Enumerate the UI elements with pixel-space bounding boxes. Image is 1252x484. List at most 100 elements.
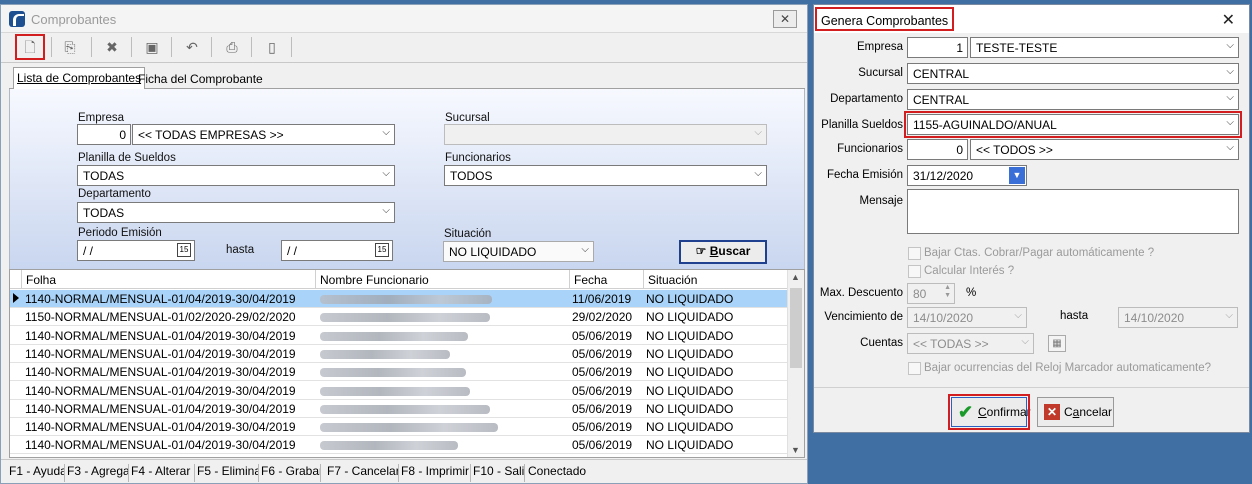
table-row[interactable]: 1140-NORMAL/MENSUAL-01/04/2019-30/04/201… [10,345,788,363]
calcular-interes-label: Calcular Interés ? [924,265,1015,277]
cell-fecha: 11/06/2019 [572,292,632,306]
table-row[interactable]: 1140-NORMAL/MENSUAL-01/04/2019-30/04/201… [10,363,788,382]
cell-folha: 1140-NORMAL/MENSUAL-01/04/2019-30/04/201… [25,365,296,380]
table-row[interactable]: 1140-NORMAL/MENSUAL-01/04/2019-30/04/201… [10,400,788,418]
tab-strip: Lista de Comprobantes Ficha del Comproba… [9,67,805,90]
cell-situacion: NO LIQUIDADO [646,365,734,380]
cell-fecha: 29/02/2020 [572,310,633,325]
exit-button[interactable]: ▯ [259,36,285,58]
buscar-button[interactable]: ☞ Buscar [679,240,767,264]
funcionarios-select[interactable]: TODOS ⌵ [444,165,767,186]
column-header-folha[interactable]: Folha [22,270,316,289]
column-header-fecha[interactable]: Fecha [570,270,644,289]
empresa-code-input[interactable]: 0 [77,124,131,145]
window-title: Comprobantes [31,12,117,27]
chevron-down-icon: ⌵ [754,127,762,138]
empresa-select[interactable]: TESTE-TESTE ⌵ [970,37,1239,58]
empresa-label: Empresa [856,41,903,53]
column-header-situacion[interactable]: Situación [644,270,788,289]
scroll-up-icon[interactable]: ▲ [791,272,800,282]
vencimiento-to-input[interactable]: 14/10/2020 ⌵ [1118,307,1238,328]
max-descuento-label: Max. Descuento [819,287,903,299]
cell-fecha: 05/06/2019 [572,401,633,416]
fecha-emision-input[interactable]: 31/12/2020 ▼ [907,165,1027,186]
status-f5: F5 - Eliminar [197,464,259,482]
spinner-arrows-icon[interactable]: ▲ ▼ [944,284,951,300]
max-descuento-input[interactable]: 80 ▲ ▼ [907,283,955,304]
status-bar: F1 - Ayuda F3 - Agregar F4 - Alterar F5 … [1,459,807,483]
scroll-down-icon[interactable]: ▼ [791,445,800,455]
undo-icon: ↶ [186,39,198,55]
departamento-select[interactable]: CENTRAL ⌵ [907,89,1239,110]
scrollbar-thumb[interactable] [790,288,802,368]
chevron-down-icon: ⌵ [1226,66,1234,77]
vencimiento-from-input[interactable]: 14/10/2020 ⌵ [907,307,1027,328]
comprobantes-table: Folha Nombre Funcionario Fecha Situación… [9,269,805,458]
cancelar-button[interactable]: ✕ Cancelar [1037,397,1114,427]
toolbar-separator [251,37,252,57]
save-button[interactable]: ▣ [139,36,165,58]
tab-lista-comprobantes[interactable]: Lista de Comprobantes [13,67,146,90]
table-row[interactable]: 1140-NORMAL/MENSUAL-01/04/2019-30/04/201… [10,327,788,345]
planilla-select[interactable]: 1155-AGUINALDO/ANUAL ⌵ [904,111,1242,138]
chevron-down-icon: ⌵ [382,205,390,216]
calcular-interes-checkbox[interactable] [908,265,921,278]
cell-nombre-redacted [320,368,466,378]
cell-folha: 1140-NORMAL/MENSUAL-01/04/2019-30/04/201… [25,383,296,398]
empresa-code-input[interactable]: 1 [907,37,968,58]
sucursal-label: Sucursal [445,112,490,124]
sucursal-select[interactable]: ⌵ [444,124,767,145]
status-f10: F10 - Salir [473,464,525,482]
table-row[interactable]: 1140-NORMAL/MENSUAL-01/04/2019-30/04/201… [10,418,788,437]
undo-button[interactable]: ↶ [179,36,205,58]
column-header-nombre[interactable]: Nombre Funcionario [316,270,570,289]
table-row[interactable]: 1140-NORMAL/MENSUAL-01/04/2019-30/04/201… [10,436,788,455]
funcionarios-select[interactable]: << TODOS >> ⌵ [970,139,1239,160]
copy-document-button[interactable]: ⎘ [57,36,83,58]
departamento-label: Departamento [830,93,903,105]
periodo-from-input[interactable]: / /15 [77,240,195,261]
delete-button[interactable]: ✖ [99,36,125,58]
calendar-icon[interactable]: 15 [177,243,191,257]
close-button[interactable]: ✕ [773,10,797,28]
toolbar-separator [211,37,212,57]
cell-folha: 1140-NORMAL/MENSUAL-01/04/2019-30/04/201… [25,420,296,435]
cuentas-select[interactable]: << TODAS >> ⌵ [907,333,1034,354]
checkmark-icon: ✔ [958,402,974,422]
empresa-select[interactable]: << TODAS EMPRESAS >> ⌵ [132,124,395,145]
title-bar: Comprobantes ✕ [1,5,807,33]
table-row[interactable]: 1140-NORMAL/MENSUAL-01/04/2019-30/04/201… [10,382,788,400]
departamento-select[interactable]: TODAS ⌵ [77,202,395,223]
chevron-down-icon: ⌵ [382,168,390,179]
cell-folha: 1140-NORMAL/MENSUAL-01/04/2019-30/04/201… [25,438,296,453]
calendar-icon[interactable]: 15 [375,243,389,257]
tab-ficha-comprobante[interactable]: Ficha del Comprobante [135,69,266,89]
reloj-marcador-checkbox[interactable] [908,362,921,375]
grid-select-icon[interactable]: ▦ [1048,335,1066,352]
situacion-select[interactable]: NO LIQUIDADO ⌵ [443,241,594,262]
planilla-select[interactable]: TODAS ⌵ [77,165,395,186]
table-row[interactable]: 1140-NORMAL/MENSUAL-01/04/2019-30/04/201… [10,290,788,308]
cell-folha: 1140-NORMAL/MENSUAL-01/04/2019-30/04/201… [25,401,296,416]
comprobantes-window: Comprobantes ✕ 🗋 ⎘ ✖ ▣ ↶ ⎙ ▯ Lista de Co… [0,4,808,484]
chevron-down-icon: ⌵ [581,244,589,255]
chevron-down-icon: ⌵ [1021,336,1029,347]
door-icon: ▯ [268,39,276,55]
cell-situacion: NO LIQUIDADO [646,401,734,416]
table-row[interactable]: 1150-NORMAL/MENSUAL-01/02/2020-29/02/202… [10,308,788,327]
funcionarios-code-input[interactable]: 0 [907,139,968,160]
calendar-dropdown-icon[interactable]: ▼ [1009,167,1025,184]
vertical-scrollbar[interactable]: ▲ ▼ [787,270,804,457]
vencimiento-label: Vencimiento de [824,311,903,323]
status-f3: F3 - Agregar [67,464,129,482]
close-icon[interactable]: ✕ [1222,10,1235,30]
new-document-button[interactable]: 🗋 [15,34,45,60]
periodo-to-input[interactable]: / /15 [281,240,393,261]
mensaje-textarea[interactable] [907,189,1239,234]
bajar-ctas-checkbox[interactable] [908,247,921,260]
sucursal-select[interactable]: CENTRAL ⌵ [907,63,1239,84]
cell-fecha: 05/06/2019 [572,438,633,453]
confirmar-button[interactable]: ✔ Confirmar [948,394,1031,430]
cell-nombre-redacted [320,404,490,414]
print-button[interactable]: ⎙ [219,36,245,58]
